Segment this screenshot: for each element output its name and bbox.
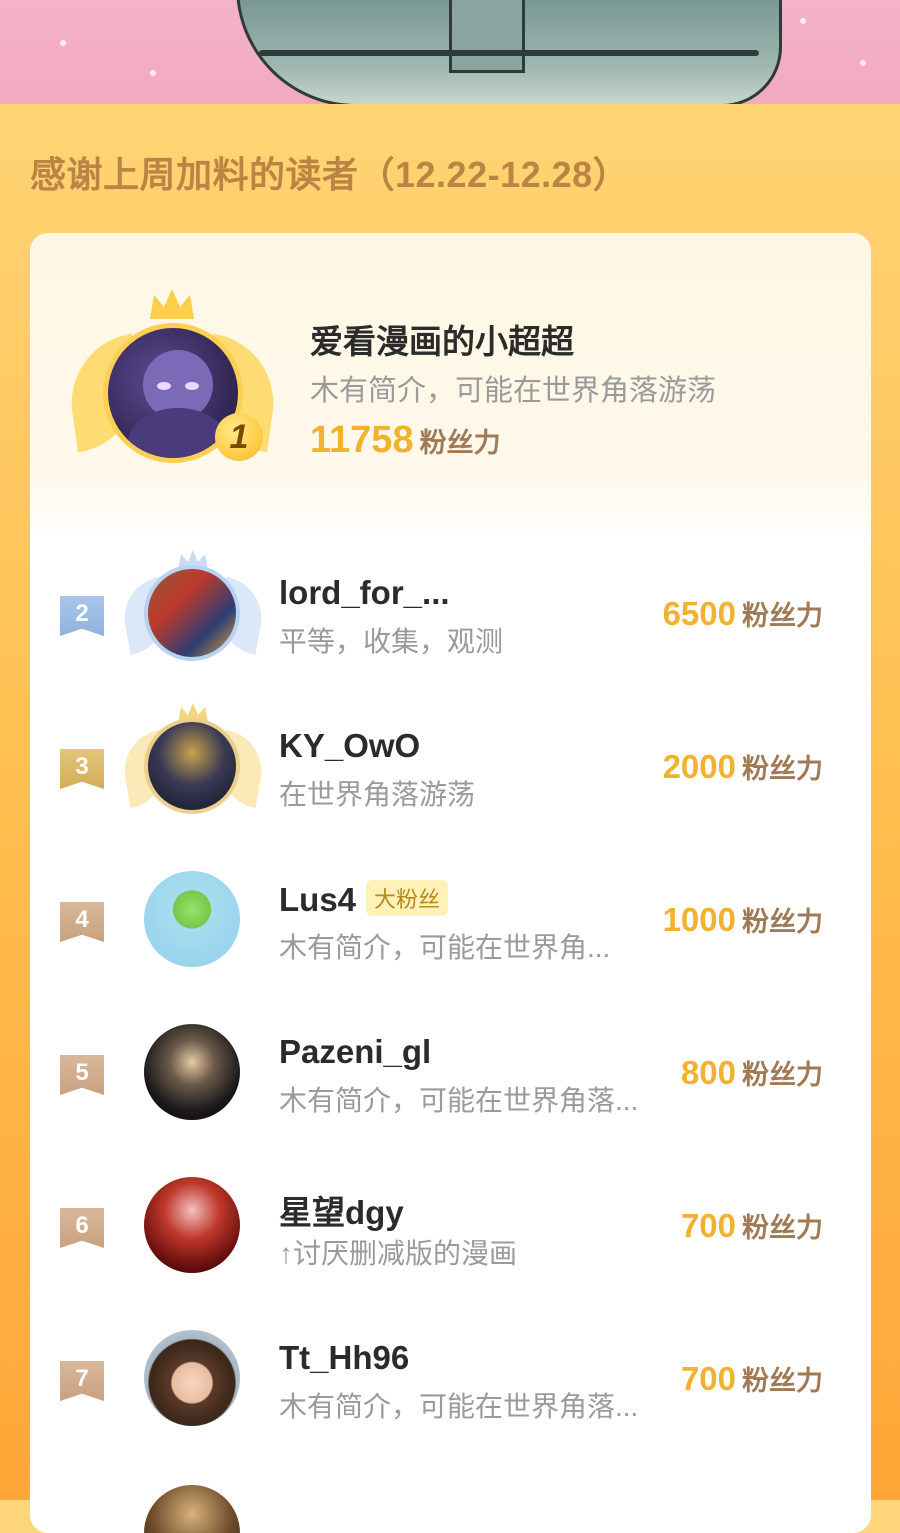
fan-power-value: 2000 xyxy=(662,748,736,785)
reader-name[interactable]: 星望dgy xyxy=(279,1186,404,1234)
avatar[interactable] xyxy=(144,1330,240,1426)
reader-name[interactable]: KY_OwO xyxy=(279,727,420,765)
rank-badge: 1 xyxy=(215,413,263,461)
reader-name[interactable]: 爱看漫画的小超超 xyxy=(310,315,574,363)
list-item[interactable]: 7 Tt_Hh96 木有简介，可能在世界角落... 700 粉丝力 xyxy=(30,1303,871,1453)
fan-tag-badge: 大粉丝 xyxy=(366,880,449,916)
avatar[interactable] xyxy=(144,718,240,814)
avatar[interactable] xyxy=(144,871,240,967)
reader-name-text: Lus4 xyxy=(279,881,357,918)
fan-power: 700 粉丝力 xyxy=(681,1206,823,1245)
ranking-card: 1 爱看漫画的小超超 木有简介，可能在世界角落游荡 11758 粉丝力 2 lor… xyxy=(30,233,871,1533)
avatar[interactable] xyxy=(144,1024,240,1120)
avatar[interactable] xyxy=(144,1485,240,1533)
fan-power-value: 700 xyxy=(680,1360,736,1397)
top-reader-panel[interactable]: 1 爱看漫画的小超超 木有简介，可能在世界角落游荡 11758 粉丝力 xyxy=(30,233,871,538)
sparkle-dot xyxy=(800,18,806,24)
fan-power-unit: 粉丝力 xyxy=(742,907,823,937)
fan-power-unit: 粉丝力 xyxy=(742,1213,823,1243)
fan-power: 6500 粉丝力 xyxy=(663,594,823,633)
rank-flag: 5 xyxy=(60,1055,104,1095)
sparkle-dot xyxy=(60,40,66,46)
fan-power-value: 1000 xyxy=(662,901,736,938)
reader-bio: 平等，收集，观测 xyxy=(279,626,504,657)
fan-power: 1000 粉丝力 xyxy=(663,900,823,939)
illustration-figure xyxy=(236,0,782,104)
list-item[interactable]: 6 星望dgy ↑讨厌删减版的漫画 700 粉丝力 xyxy=(30,1150,871,1300)
header-illustration xyxy=(0,0,900,104)
fan-power-unit: 粉丝力 xyxy=(419,428,501,458)
fan-power-unit: 粉丝力 xyxy=(742,754,823,784)
rank-flag: 6 xyxy=(60,1208,104,1248)
fan-power: 800 粉丝力 xyxy=(681,1053,823,1092)
fan-power: 700 粉丝力 xyxy=(681,1359,823,1398)
rank-flag: 3 xyxy=(60,749,104,789)
fan-power-unit: 粉丝力 xyxy=(742,1366,823,1396)
fan-power: 2000 粉丝力 xyxy=(663,747,823,786)
fan-power-unit: 粉丝力 xyxy=(742,601,823,631)
fan-power-value: 700 xyxy=(680,1207,736,1244)
reader-bio: 在世界角落游荡 xyxy=(279,779,476,810)
avatar[interactable] xyxy=(144,565,240,661)
reader-name[interactable]: Lus4 大粉丝 xyxy=(279,880,449,919)
reader-bio: 木有简介，可能在世界角... xyxy=(279,932,611,963)
fan-power-unit: 粉丝力 xyxy=(742,1060,823,1090)
fan-power-value: 6500 xyxy=(662,595,736,632)
rank-flag: 7 xyxy=(60,1361,104,1401)
reader-name[interactable]: Pazeni_gl xyxy=(279,1033,431,1071)
list-item[interactable]: 2 lord_for_... 平等，收集，观测 6500 粉丝力 xyxy=(30,538,871,688)
reader-bio: 木有简介，可能在世界角落游荡 xyxy=(310,375,717,407)
fan-power-value: 11758 xyxy=(310,419,414,461)
avatar[interactable] xyxy=(144,1177,240,1273)
fan-power: 11758 粉丝力 xyxy=(310,419,501,462)
reader-bio: ↑讨厌删减版的漫画 xyxy=(279,1238,518,1269)
rank-flag: 4 xyxy=(60,902,104,942)
sparkle-dot xyxy=(150,70,156,76)
crown-icon xyxy=(150,289,194,319)
section-title: 感谢上周加料的读者（12.22-12.28） xyxy=(30,154,630,195)
list-item[interactable]: 5 Pazeni_gl 木有简介，可能在世界角落... 800 粉丝力 xyxy=(30,997,871,1147)
list-item[interactable]: 4 Lus4 大粉丝 木有简介，可能在世界角... 1000 粉丝力 xyxy=(30,844,871,994)
list-item[interactable]: 3 KY_OwO 在世界角落游荡 2000 粉丝力 xyxy=(30,691,871,841)
reader-name[interactable]: Tt_Hh96 xyxy=(279,1339,409,1377)
reader-name[interactable]: lord_for_... xyxy=(279,574,450,612)
reader-bio: 木有简介，可能在世界角落... xyxy=(279,1085,639,1116)
rank-flag: 2 xyxy=(60,596,104,636)
reader-bio: 木有简介，可能在世界角落... xyxy=(279,1391,639,1422)
avatar-body xyxy=(128,408,228,458)
sparkle-dot xyxy=(860,60,866,66)
fan-power-value: 800 xyxy=(680,1054,736,1091)
